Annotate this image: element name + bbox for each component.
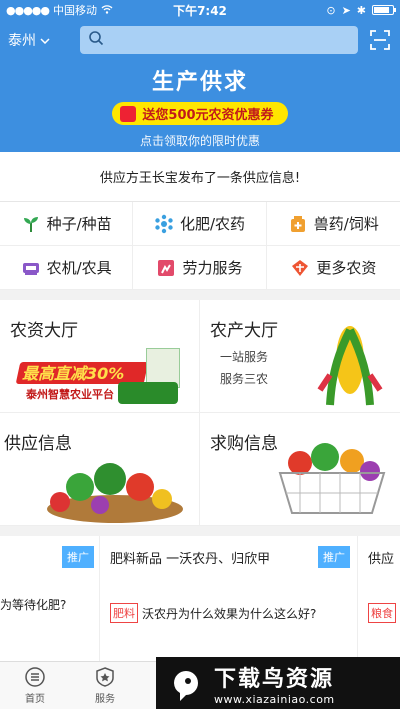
promo-banner: 最高直减30% 泰州智慧农业平台 (15, 348, 188, 406)
category-grid: 种子/种苗 化肥/农药 兽药/饲料 农机/农具 劳力服务 更多农资 (0, 202, 400, 290)
tab-label: 服务 (95, 694, 115, 705)
hall-title: 农产大厅 (210, 321, 278, 341)
coupon-label: 送您500元农资优惠券 (142, 108, 274, 123)
page-title: 生产供求 (151, 70, 248, 95)
category-label: 兽药/饲料 (313, 215, 379, 233)
promo-badge: 推广 (318, 546, 350, 568)
ad-card[interactable]: 供应 粮食 (358, 536, 400, 662)
supply-info-card[interactable]: 供应信息 (0, 413, 200, 526)
hall-title: 农资大厅 (10, 321, 78, 341)
category-seeds[interactable]: 种子/种苗 (0, 202, 134, 246)
ad-card[interactable]: 推广 为等待化肥? (0, 536, 100, 662)
ad-text: 为等待化肥? (0, 598, 67, 612)
hall-grid: 农资大厅 最高直减30% 泰州智慧农业平台 农产大厅 一站服务 服务三农 供应信… (0, 300, 400, 526)
ad-line: 粮食 (368, 603, 400, 623)
ad-card[interactable]: 推广 肥料新品 一沃农丹、归欣甲 肥料 沃农丹为什么效果为什么这么好? (100, 536, 358, 662)
category-label: 种子/种苗 (46, 215, 112, 233)
hall-line-1: 一站服务 (220, 350, 269, 364)
medicine-icon (288, 214, 308, 234)
category-machinery[interactable]: 农机/农具 (0, 246, 134, 290)
ad-title: 供应 (368, 552, 395, 567)
corn-image (317, 326, 383, 406)
battery-icon (372, 5, 396, 15)
ad-carousel[interactable]: 推广 为等待化肥? 推广 肥料新品 一沃农丹、归欣甲 肥料 沃农丹为什么效果为什… (0, 536, 400, 662)
star-badge-icon (96, 667, 114, 687)
search-input[interactable] (80, 26, 358, 54)
hall-title: 求购信息 (210, 434, 278, 454)
bird-logo-icon (174, 671, 198, 701)
category-fertilizer[interactable]: 化肥/农药 (133, 202, 267, 246)
grid-icon (290, 258, 310, 278)
watermark-logo: 下载鸟资源 www.xiazainiao.com (156, 657, 400, 709)
promo-headline: 最高直减30% (22, 364, 125, 383)
section-divider (0, 290, 400, 300)
category-label: 更多农资 (316, 259, 377, 277)
promo-subline: 泰州智慧农业平台 (26, 388, 114, 401)
category-more[interactable]: 更多农资 (266, 246, 400, 290)
home-icon (25, 667, 45, 687)
hall-line-2: 服务三农 (220, 372, 269, 386)
ad-line: 肥料 沃农丹为什么效果为什么这么好? (110, 603, 357, 623)
notice-text: 供应方王长宝发布了一条供应信息! (99, 171, 301, 186)
category-label: 化肥/农药 (179, 215, 246, 233)
snowflake-icon (154, 214, 174, 234)
category-label: 劳力服务 (182, 259, 243, 277)
machine-icon (21, 258, 41, 278)
top-bar: 泰州 (0, 20, 400, 60)
clock: 下午7:42 (173, 3, 227, 18)
ad-line: 为等待化肥? (0, 596, 99, 613)
agri-input-hall-card[interactable]: 农资大厅 最高直减30% 泰州智慧农业平台 (0, 300, 200, 413)
category-label: 农机/农具 (46, 259, 112, 277)
seedling-icon (21, 214, 41, 234)
tab-home[interactable]: 首页 (0, 662, 70, 709)
purchase-info-card[interactable]: 求购信息 (200, 413, 400, 526)
status-bar: ●●●●● 中国移动 下午7:42 ⊙ ➤ ✱ (0, 0, 400, 20)
red-envelope-icon (120, 105, 137, 122)
hero-banner[interactable]: 生产供求 送您500元农资优惠券 点击领取你的限时优惠 (0, 60, 400, 152)
notice-ticker[interactable]: 供应方王长宝发布了一条供应信息! (0, 152, 400, 202)
section-divider (0, 526, 400, 536)
category-labor[interactable]: 劳力服务 (133, 246, 267, 290)
scan-icon[interactable] (368, 28, 392, 52)
vegetable-basket-image (47, 463, 183, 523)
tractor-image (118, 382, 178, 404)
ad-chip: 粮食 (368, 603, 396, 623)
ad-text: 沃农丹为什么效果为什么这么好? (142, 606, 317, 621)
city-selector[interactable]: 泰州 (8, 30, 70, 50)
tab-label: 首页 (25, 694, 45, 705)
chevron-down-icon (40, 32, 50, 48)
hero-subtitle: 点击领取你的限时优惠 (139, 133, 260, 148)
tab-service[interactable]: 服务 (70, 662, 140, 709)
worker-icon (156, 258, 176, 278)
city-label: 泰州 (8, 33, 36, 49)
search-icon (88, 30, 104, 50)
category-vet-feed[interactable]: 兽药/饲料 (266, 202, 400, 246)
watermark-title: 下载鸟资源 (214, 666, 335, 692)
agri-product-hall-card[interactable]: 农产大厅 一站服务 服务三农 (200, 300, 400, 413)
watermark-url: www.xiazainiao.com (214, 692, 335, 706)
ad-chip: 肥料 (110, 603, 138, 623)
shopping-cart-image (278, 443, 386, 514)
coupon-button[interactable]: 送您500元农资优惠券 (112, 102, 288, 125)
promo-badge: 推广 (62, 546, 94, 568)
